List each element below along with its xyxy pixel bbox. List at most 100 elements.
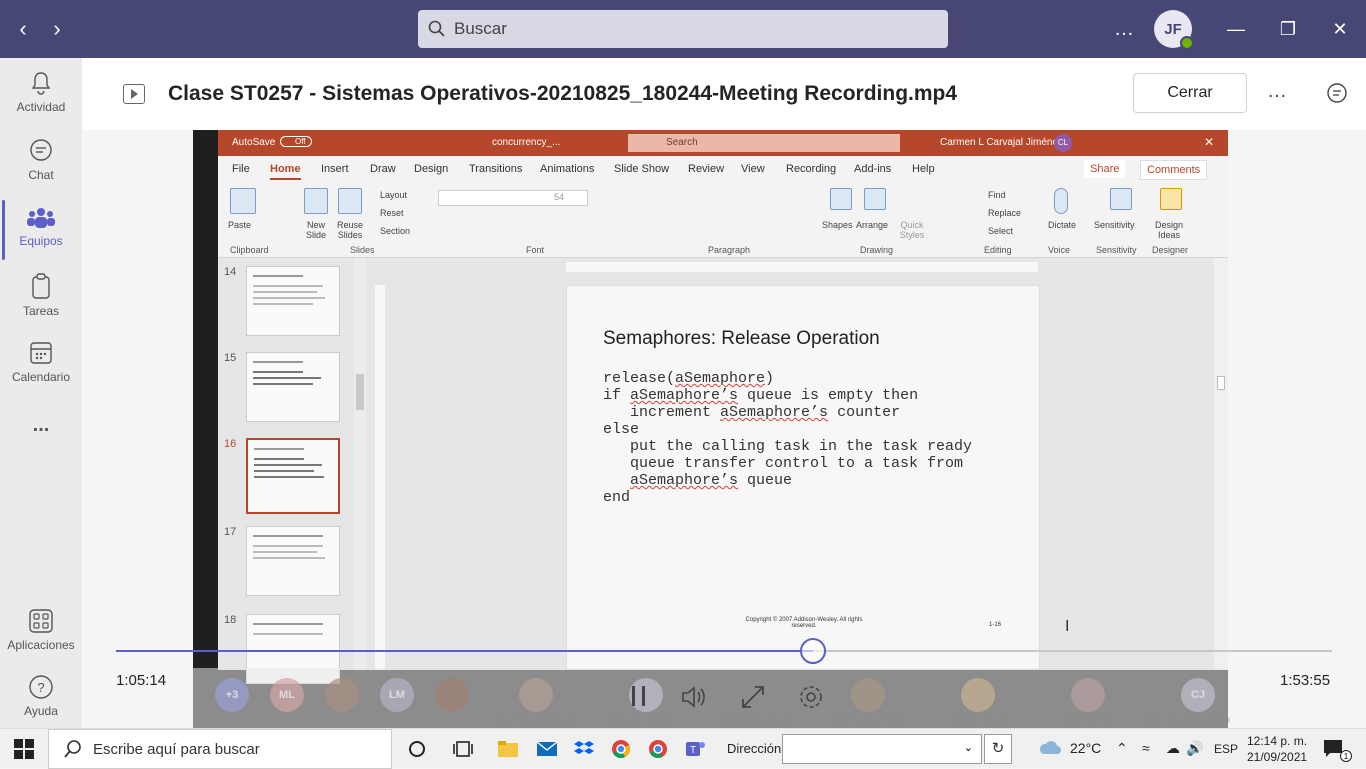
ppt-user-avatar: CL bbox=[1054, 134, 1072, 152]
group-label: Slides bbox=[350, 245, 375, 255]
chrome-icon[interactable] bbox=[610, 739, 632, 759]
participant-name: Simon Florez Silva bbox=[1062, 718, 1113, 724]
more-options-icon[interactable]: … bbox=[1104, 18, 1144, 41]
wifi-icon[interactable]: ≈ bbox=[1142, 740, 1150, 756]
system-clock[interactable]: 12:14 p. m. 21/09/2021 bbox=[1247, 733, 1307, 765]
ppt-tab: View bbox=[741, 163, 765, 175]
language-indicator[interactable]: ESP bbox=[1214, 742, 1238, 756]
clock-date: 21/09/2021 bbox=[1247, 750, 1308, 764]
windows-start-icon[interactable] bbox=[14, 739, 34, 759]
vertical-ruler bbox=[375, 285, 385, 670]
reuse-slides-icon bbox=[338, 188, 362, 214]
reuse-slides-label: Reuse Slides bbox=[336, 220, 363, 240]
dropbox-icon[interactable] bbox=[573, 739, 595, 759]
clipboard-icon bbox=[32, 273, 50, 299]
participant-avatar bbox=[325, 678, 359, 712]
group-label: Drawing bbox=[860, 245, 894, 255]
notifications-icon[interactable]: 1 bbox=[1322, 738, 1352, 762]
slide-canvas: Semaphores: Release Operation release(aS… bbox=[566, 285, 1040, 670]
slide-code: release(aSemaphore) if aSemaphore’s queu… bbox=[603, 370, 973, 506]
slide-thumbnail-selected bbox=[246, 438, 340, 514]
speaker-icon[interactable]: 🔊 bbox=[1186, 740, 1203, 757]
rail-item-actividad[interactable]: Actividad bbox=[0, 70, 82, 114]
more-options-icon[interactable]: … bbox=[1267, 80, 1287, 103]
slide-scrollbar bbox=[1214, 258, 1228, 670]
rail-item-calendario[interactable]: Calendario bbox=[0, 340, 82, 384]
volume-icon[interactable] bbox=[678, 682, 708, 712]
temperature-label: 22°C bbox=[1070, 740, 1102, 756]
weather-icon[interactable] bbox=[1038, 739, 1064, 759]
rail-item-equipos[interactable]: Equipos bbox=[0, 206, 82, 248]
ppt-close-icon: ✕ bbox=[1204, 135, 1215, 149]
ppt-filename: concurrency_... bbox=[492, 137, 561, 148]
cortana-icon[interactable] bbox=[406, 739, 428, 759]
video-file-icon bbox=[123, 84, 145, 104]
dictate-icon bbox=[1054, 188, 1068, 214]
autosave-toggle[interactable]: Off bbox=[280, 136, 312, 147]
rail-label: Equipos bbox=[19, 234, 63, 248]
teams-app-icon[interactable]: T bbox=[684, 739, 706, 759]
rail-item-chat[interactable]: Chat bbox=[0, 138, 82, 182]
participant-avatar bbox=[519, 678, 553, 712]
slide-thumbnail bbox=[246, 266, 340, 336]
bell-icon bbox=[31, 72, 51, 95]
chrome-profile-icon[interactable] bbox=[647, 739, 669, 759]
search-input[interactable]: Buscar bbox=[418, 10, 948, 48]
ppt-tab: Add-ins bbox=[854, 163, 892, 175]
rail-item-ayuda[interactable]: ? Ayuda bbox=[0, 674, 82, 718]
taskbar-search[interactable]: Escribe aquí para buscar bbox=[48, 729, 392, 769]
svg-text:?: ? bbox=[37, 680, 44, 695]
onedrive-icon[interactable]: ☁ bbox=[1166, 740, 1180, 757]
rail-label: Chat bbox=[28, 168, 54, 182]
rail-label: Aplicaciones bbox=[7, 638, 75, 652]
participant-name: Cristian Alexis Giraldo Agudelo bbox=[494, 718, 578, 724]
new-slide-icon bbox=[304, 188, 328, 214]
minimize-icon[interactable]: — bbox=[1210, 19, 1262, 40]
rail-item-aplicaciones[interactable]: Aplicaciones bbox=[0, 608, 82, 652]
ppt-tab: Home bbox=[270, 163, 301, 180]
mail-icon[interactable] bbox=[536, 739, 558, 759]
participant-avatar bbox=[1071, 678, 1105, 712]
address-input[interactable]: ⌄ bbox=[782, 734, 982, 764]
slide-page-number: 1-16 bbox=[989, 622, 1002, 628]
ppt-tab: Help bbox=[912, 163, 935, 175]
ppt-user: Carmen L Carvajal Jiménez bbox=[940, 137, 1064, 148]
arrange-icon bbox=[864, 188, 886, 210]
chevron-up-icon[interactable]: ⌃ bbox=[1116, 740, 1128, 757]
forward-arrow-icon[interactable]: › bbox=[40, 16, 74, 42]
back-arrow-icon[interactable]: ‹ bbox=[6, 16, 40, 42]
seek-bar-handle[interactable] bbox=[799, 638, 826, 664]
ppt-tab: Insert bbox=[321, 163, 349, 175]
close-button[interactable]: Cerrar bbox=[1133, 73, 1247, 113]
autosave-label: AutoSave bbox=[232, 137, 276, 148]
select-label: Select bbox=[988, 226, 1014, 236]
thumb-number: 14 bbox=[224, 266, 237, 278]
ppt-tab: Transitions bbox=[469, 163, 523, 175]
avatar[interactable]: JF bbox=[1154, 10, 1194, 50]
refresh-icon[interactable]: ↻ bbox=[984, 734, 1012, 764]
restore-icon[interactable]: ❐ bbox=[1262, 19, 1314, 40]
rail-more-icon[interactable]: ... bbox=[0, 414, 82, 437]
calendar-icon bbox=[30, 342, 52, 364]
ppt-tab: File bbox=[232, 163, 250, 175]
ppt-search: Search bbox=[628, 134, 900, 152]
apps-icon bbox=[29, 609, 53, 633]
conversation-icon[interactable] bbox=[1326, 82, 1348, 104]
thumb-number: 16 bbox=[224, 438, 237, 450]
group-label: Editing bbox=[984, 245, 1012, 255]
svg-text:T: T bbox=[690, 745, 696, 756]
task-view-icon[interactable] bbox=[452, 739, 474, 759]
close-window-icon[interactable]: ✕ bbox=[1314, 19, 1366, 40]
rail-item-tareas[interactable]: Tareas bbox=[0, 272, 82, 318]
slide-thumbnails: 14 15 16 17 18 bbox=[218, 258, 368, 684]
section-label: Section bbox=[380, 226, 411, 236]
thumb-number: 15 bbox=[224, 352, 237, 364]
design-ideas-icon bbox=[1160, 188, 1182, 210]
chevron-down-icon[interactable]: ⌄ bbox=[964, 741, 973, 754]
participant-avatar bbox=[851, 678, 885, 712]
settings-gear-icon[interactable] bbox=[796, 682, 826, 712]
fullscreen-icon[interactable] bbox=[738, 682, 768, 712]
file-explorer-icon[interactable] bbox=[497, 739, 519, 759]
ppt-share-button: Share bbox=[1084, 160, 1126, 178]
pause-icon[interactable] bbox=[624, 682, 654, 712]
